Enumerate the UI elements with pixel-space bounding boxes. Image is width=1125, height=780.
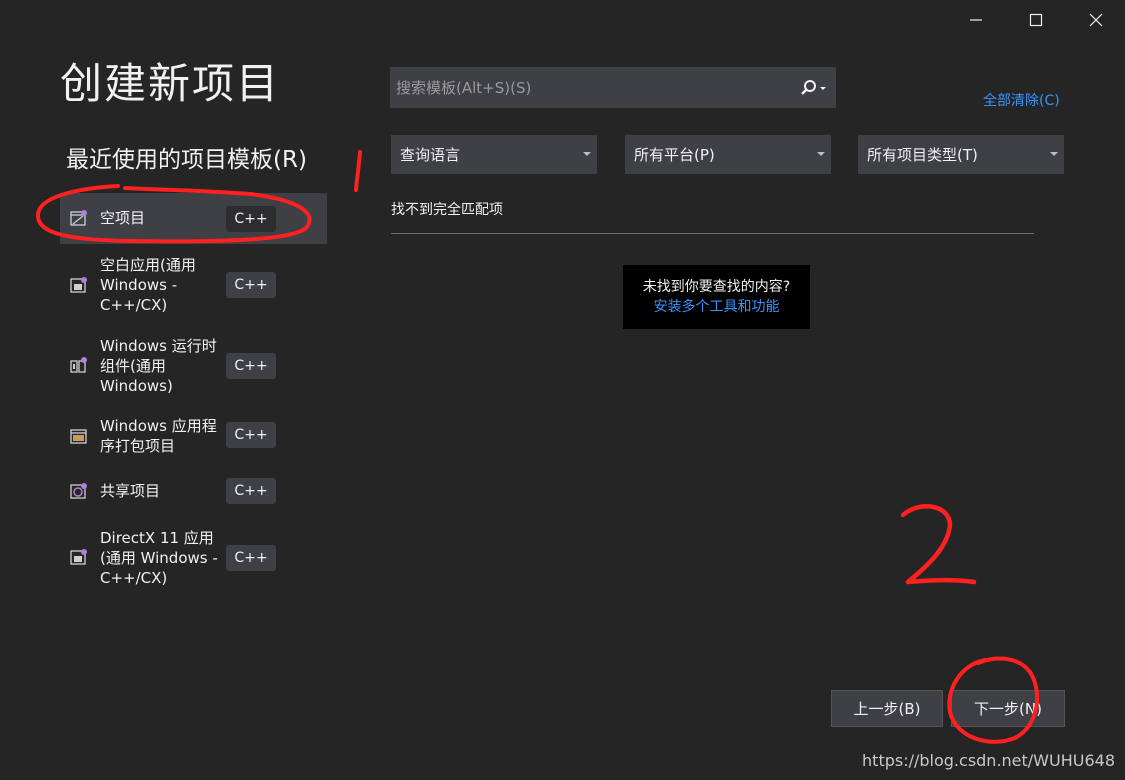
runtime-component-icon: [70, 357, 87, 373]
dropdown-value: 所有项目类型(T): [867, 146, 978, 164]
template-label: DirectX 11 应用(通用 Windows - C++/CX): [100, 529, 218, 587]
language-tag: C++: [226, 206, 276, 232]
template-search-box: [390, 67, 836, 108]
dropdown-value: 查询语言: [400, 146, 461, 164]
dropdown-value: 所有平台(P): [634, 146, 715, 164]
maximize-icon[interactable]: [1016, 6, 1056, 34]
packaging-project-icon: [70, 429, 87, 444]
template-item-blank-app[interactable]: 空白应用(通用 Windows - C++/CX) C++: [60, 252, 327, 318]
chevron-down-icon: [1050, 152, 1058, 156]
template-item-shared-project[interactable]: 共享项目 C++: [60, 474, 327, 508]
template-item-empty-project[interactable]: 空项目 C++: [60, 193, 327, 244]
search-input[interactable]: [390, 77, 788, 98]
language-tag: C++: [226, 353, 276, 379]
project-type-filter-dropdown[interactable]: 所有项目类型(T): [858, 135, 1064, 174]
template-item-runtime-component[interactable]: Windows 运行时组件(通用 Windows) C++: [60, 333, 327, 399]
search-button[interactable]: [796, 77, 832, 99]
callout-question: 未找到你要查找的内容?: [642, 279, 791, 295]
blank-app-icon: [70, 277, 87, 293]
shared-project-icon: [70, 483, 87, 499]
install-tools-link[interactable]: 安装多个工具和功能: [623, 297, 810, 317]
template-item-directx-app[interactable]: DirectX 11 应用(通用 Windows - C++/CX) C++: [60, 525, 327, 591]
divider: [391, 233, 1034, 234]
empty-project-icon: [70, 210, 87, 226]
language-filter-dropdown[interactable]: 查询语言: [391, 135, 597, 174]
clear-all-link[interactable]: 全部清除(C): [983, 90, 1060, 110]
close-icon[interactable]: [1076, 6, 1116, 34]
next-button[interactable]: 下一步(N): [951, 690, 1065, 727]
template-label: 空白应用(通用 Windows - C++/CX): [100, 256, 196, 314]
language-tag: C++: [226, 478, 276, 504]
template-label: 共享项目: [100, 482, 161, 500]
watermark: https://blog.csdn.net/WUHU648: [862, 751, 1115, 770]
no-match-message: 找不到完全匹配项: [391, 202, 503, 218]
language-tag: C++: [226, 545, 276, 571]
minimize-icon[interactable]: [956, 6, 996, 34]
template-label: 空项目: [100, 209, 146, 227]
language-tag: C++: [226, 272, 276, 298]
page-title: 创建新项目: [60, 59, 281, 108]
language-tag: C++: [226, 422, 276, 448]
chevron-down-icon: [817, 152, 825, 156]
template-label: Windows 运行时组件(通用 Windows): [100, 337, 217, 395]
recent-templates-heading: 最近使用的项目模板(R): [66, 147, 307, 173]
platform-filter-dropdown[interactable]: 所有平台(P): [625, 135, 831, 174]
number-one-mark: [354, 150, 362, 192]
template-label: Windows 应用程序打包项目: [100, 417, 217, 455]
number-two-mark: [900, 504, 977, 585]
search-icon: [801, 80, 826, 95]
directx-app-icon: [70, 549, 87, 565]
template-item-packaging-project[interactable]: Windows 应用程序打包项目 C++: [60, 413, 327, 459]
back-button[interactable]: 上一步(B): [831, 690, 943, 727]
install-tools-callout: 未找到你要查找的内容? 安装多个工具和功能: [623, 265, 810, 329]
chevron-down-icon: [583, 152, 591, 156]
